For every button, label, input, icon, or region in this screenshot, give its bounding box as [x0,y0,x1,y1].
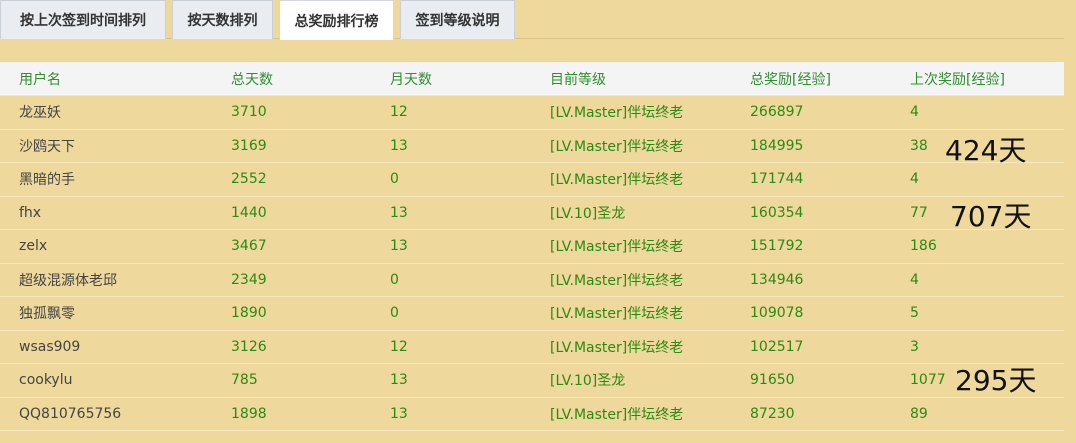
checkin-ranking-page: 按上次签到时间排列 按天数排列 总奖励排行榜 签到等级说明 用户名 总天数 月天… [0,0,1076,443]
cell-month-days: 13 [390,238,408,255]
cell-total-reward: 87230 [750,405,795,422]
cell-month-days: 13 [390,405,408,422]
cell-total-days: 2552 [231,171,267,188]
cell-username[interactable]: fhx [19,197,41,230]
cell-username[interactable]: 沙鸥天下 [19,130,75,163]
cell-username[interactable]: 龙巫妖 [19,96,61,129]
table-row: 沙鸥天下 3169 13 [LV.Master]伴坛终老 184995 38 [0,130,1064,163]
table-row: QQ810765756 1898 13 [LV.Master]伴坛终老 87230 89 [0,398,1064,431]
cell-level: [LV.Master]伴坛终老 [550,272,684,289]
cell-username[interactable]: cookylu [19,364,72,397]
table-row: zelx 3467 13 [LV.Master]伴坛终老 151792 186 [0,230,1064,264]
table-row: cookylu 785 13 [LV.10]圣龙 91650 1077 [0,364,1064,398]
cell-total-days: 3126 [231,338,267,355]
cell-username[interactable]: zelx [19,230,47,263]
cell-level: [LV.Master]伴坛终老 [550,105,684,122]
table-row: 独孤飘零 1890 0 [LV.Master]伴坛终老 109078 5 [0,297,1064,331]
cell-last-reward: 5 [910,305,919,322]
cell-total-reward: 184995 [750,137,804,154]
tab-sort-by-last-checkin[interactable]: 按上次签到时间排列 [0,0,166,39]
ranking-table: 用户名 总天数 月天数 目前等级 总奖励[经验] 上次奖励[经验] 龙巫妖 371… [0,62,1064,431]
header-total-days: 总天数 [231,71,273,88]
header-total-reward: 总奖励[经验] [750,71,831,88]
cell-total-reward: 160354 [750,204,804,221]
cell-total-reward: 102517 [750,338,804,355]
cell-last-reward: 186 [910,238,937,255]
cell-month-days: 0 [390,305,399,322]
cell-last-reward: 38 [910,137,928,154]
cell-level: [LV.10]圣龙 [550,373,626,390]
cell-total-days: 3169 [231,137,267,154]
annotation-424-days: 424天 [945,134,1027,167]
cell-last-reward: 89 [910,405,928,422]
annotation-707-days: 707天 [950,200,1032,233]
tab-total-reward-ranking[interactable]: 总奖励排行榜 [279,0,394,40]
cell-level: [LV.Master]伴坛终老 [550,138,684,155]
cell-level: [LV.Master]伴坛终老 [550,172,684,189]
cell-last-reward: 4 [910,171,919,188]
cell-month-days: 0 [390,171,399,188]
cell-username[interactable]: wsas909 [19,331,80,364]
cell-level: [LV.Master]伴坛终老 [550,339,684,356]
cell-month-days: 13 [390,204,408,221]
cell-total-days: 785 [231,372,258,389]
cell-level: [LV.Master]伴坛终老 [550,239,684,256]
cell-total-days: 1890 [231,305,267,322]
cell-total-reward: 91650 [750,372,795,389]
cell-total-reward: 266897 [750,104,804,121]
cell-last-reward: 4 [910,271,919,288]
cell-last-reward: 77 [910,204,928,221]
cell-month-days: 13 [390,137,408,154]
tab-bar: 按上次签到时间排列 按天数排列 总奖励排行榜 签到等级说明 [0,0,1064,40]
cell-total-days: 1440 [231,204,267,221]
tab-checkin-level-info[interactable]: 签到等级说明 [400,0,515,39]
cell-level: [LV.10]圣龙 [550,205,626,222]
header-last-reward: 上次奖励[经验] [910,71,1005,88]
cell-level: [LV.Master]伴坛终老 [550,306,684,323]
table-row: 超级混源体老邱 2349 0 [LV.Master]伴坛终老 134946 4 [0,264,1064,297]
annotation-295-days: 295天 [955,364,1037,397]
cell-month-days: 12 [390,104,408,121]
cell-username[interactable]: 超级混源体老邱 [19,264,117,297]
cell-level: [LV.Master]伴坛终老 [550,406,684,423]
cell-total-days: 2349 [231,271,267,288]
table-body: 龙巫妖 3710 12 [LV.Master]伴坛终老 266897 4 沙鸥天下 3169 1… [0,96,1064,431]
cell-total-reward: 151792 [750,238,804,255]
cell-total-days: 3467 [231,238,267,255]
cell-username[interactable]: QQ810765756 [19,398,121,431]
cell-total-days: 3710 [231,104,267,121]
table-row: fhx 1440 13 [LV.10]圣龙 160354 77 [0,197,1064,230]
header-month-days: 月天数 [390,71,432,88]
cell-total-days: 1898 [231,405,267,422]
cell-total-reward: 109078 [750,305,804,322]
tab-sort-by-days[interactable]: 按天数排列 [172,0,273,39]
cell-month-days: 13 [390,372,408,389]
table-row: 黑暗的手 2552 0 [LV.Master]伴坛终老 171744 4 [0,163,1064,197]
cell-username[interactable]: 独孤飘零 [19,297,75,330]
cell-month-days: 0 [390,271,399,288]
cell-total-reward: 171744 [750,171,804,188]
table-row: 龙巫妖 3710 12 [LV.Master]伴坛终老 266897 4 [0,96,1064,130]
cell-username[interactable]: 黑暗的手 [19,163,75,196]
cell-month-days: 12 [390,338,408,355]
cell-total-reward: 134946 [750,271,804,288]
cell-last-reward: 3 [910,338,919,355]
table-row: wsas909 3126 12 [LV.Master]伴坛终老 102517 3 [0,331,1064,364]
cell-last-reward: 1077 [910,372,946,389]
cell-last-reward: 4 [910,104,919,121]
header-current-level: 目前等级 [550,71,606,88]
header-username: 用户名 [19,71,61,88]
table-header: 用户名 总天数 月天数 目前等级 总奖励[经验] 上次奖励[经验] [0,62,1064,96]
